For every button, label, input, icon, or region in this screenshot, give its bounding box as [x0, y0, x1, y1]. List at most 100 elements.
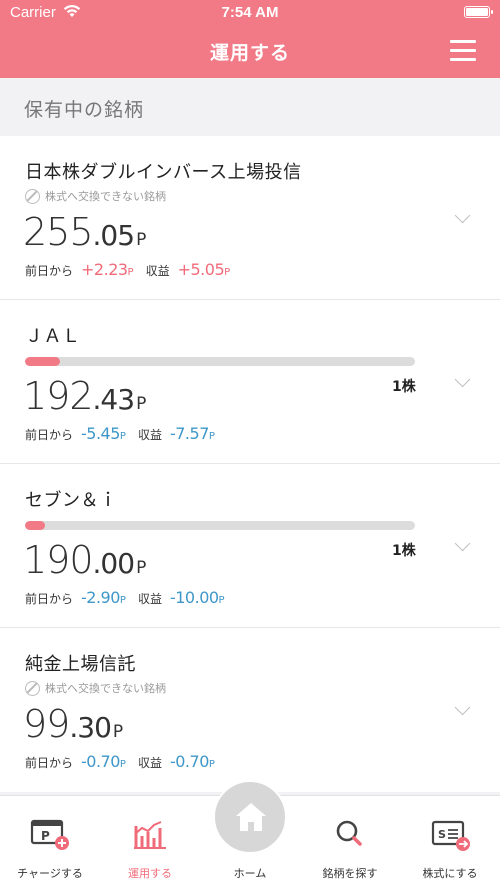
- holding-row[interactable]: セブン＆ｉ 190.00 P 前日から -2.90P 収益 -10.00P 1株: [0, 464, 500, 628]
- holdings-list: 日本株ダブルインバース上場投信 株式へ交換できない銘柄 255.05 P 前日から +2.…: [0, 136, 500, 792]
- holding-stats: 前日から -2.90P 収益 -10.00P: [25, 588, 237, 607]
- holding-price-integer: 255: [23, 210, 94, 254]
- profit-unit: P: [218, 595, 225, 606]
- holding-progress-fill: [25, 357, 61, 366]
- price-unit: P: [136, 230, 147, 250]
- tab-charge[interactable]: P チャージする: [0, 796, 100, 888]
- tab-search[interactable]: 銘柄を探す: [300, 796, 400, 888]
- chevron-down-icon[interactable]: [454, 207, 471, 224]
- holding-price-integer: 192: [23, 374, 94, 418]
- holding-name: 純金上場信託: [25, 654, 136, 675]
- profit-value: -0.70P: [170, 752, 215, 771]
- holding-note-text: 株式へ交換できない銘柄: [45, 190, 166, 203]
- day-change-value: -5.45P: [81, 424, 126, 443]
- profit-label: 収益: [145, 264, 170, 278]
- profit-unit: P: [224, 267, 231, 278]
- holding-stats: 前日から -0.70P 収益 -0.70P: [25, 752, 227, 771]
- profit-label: 収益: [137, 592, 162, 606]
- holding-stats: 前日から +2.23P 収益 +5.05P: [25, 260, 242, 279]
- tab-stock-exchange[interactable]: S 株式にする: [400, 796, 500, 888]
- profit-label: 収益: [137, 428, 162, 442]
- search-icon: [330, 818, 370, 852]
- section-title: 保有中の銘柄: [24, 99, 145, 121]
- chart-icon: [130, 818, 170, 852]
- not-exchangeable-icon: [25, 189, 40, 204]
- holding-price: 192.43 P: [23, 374, 146, 418]
- home-icon: [236, 803, 266, 831]
- profit-value: +5.05P: [178, 260, 231, 279]
- holding-progress-bar: [25, 521, 415, 530]
- tab-label: 運用する: [128, 867, 172, 880]
- profit-number: +5.05: [177, 260, 225, 279]
- profit-unit: P: [208, 759, 215, 770]
- holding-name: 日本株ダブルインバース上場投信: [25, 162, 302, 183]
- holding-price-decimal: .05: [92, 219, 136, 252]
- chevron-down-icon[interactable]: [454, 371, 471, 388]
- chevron-down-icon[interactable]: [454, 535, 471, 552]
- holding-price-decimal: .00: [92, 547, 136, 580]
- day-change-value: +2.23P: [81, 260, 134, 279]
- holding-shares: 1株: [392, 379, 416, 395]
- change-unit: P: [119, 759, 126, 770]
- section-header: 保有中の銘柄: [0, 78, 500, 136]
- page-title: 運用する: [209, 42, 290, 64]
- charge-icon: P: [30, 818, 70, 852]
- change-unit: P: [119, 595, 126, 606]
- change-unit: P: [127, 267, 134, 278]
- prev-day-label: 前日から: [25, 264, 74, 278]
- day-change-number: -5.45: [81, 424, 120, 443]
- day-change-value: -2.90P: [81, 588, 126, 607]
- change-unit: P: [119, 431, 126, 442]
- tab-label: ホーム: [233, 867, 267, 880]
- profit-number: -0.70: [169, 752, 209, 771]
- status-bar: Carrier 7:54 AM: [0, 0, 500, 26]
- profit-label: 収益: [137, 756, 162, 770]
- prev-day-label: 前日から: [25, 592, 74, 606]
- holding-note: 株式へ交換できない銘柄: [25, 188, 166, 204]
- price-unit: P: [136, 558, 147, 578]
- holding-row[interactable]: 日本株ダブルインバース上場投信 株式へ交換できない銘柄 255.05 P 前日から +2.…: [0, 136, 500, 300]
- holding-price-integer: 99: [23, 702, 70, 746]
- holding-note: 株式へ交換できない銘柄: [25, 680, 166, 696]
- battery-icon: [464, 6, 493, 18]
- holding-price-decimal: .43: [92, 383, 136, 416]
- profit-value: -7.57P: [170, 424, 215, 443]
- chevron-down-icon[interactable]: [454, 699, 471, 716]
- svg-text:P: P: [41, 829, 50, 843]
- profit-number: -10.00: [169, 588, 219, 607]
- not-exchangeable-icon: [25, 681, 40, 696]
- holding-progress-bar: [25, 357, 415, 366]
- price-unit: P: [136, 394, 147, 414]
- holding-price: 99.30 P: [23, 702, 123, 746]
- status-time: 7:54 AM: [221, 4, 279, 21]
- profit-unit: P: [208, 431, 215, 442]
- app-header: Carrier 7:54 AM 運用する: [0, 0, 500, 78]
- prev-day-label: 前日から: [25, 428, 74, 442]
- tab-label: 株式にする: [422, 867, 478, 880]
- prev-day-label: 前日から: [25, 756, 74, 770]
- tab-label: チャージする: [17, 867, 83, 880]
- day-change-number: -2.90: [81, 588, 120, 607]
- stock-exchange-icon: S: [430, 818, 470, 852]
- holding-price-integer: 190: [23, 538, 94, 582]
- holding-row[interactable]: ＪＡＬ 192.43 P 前日から -5.45P 収益 -7.57P 1株: [0, 300, 500, 464]
- holding-note-text: 株式へ交換できない銘柄: [45, 682, 166, 695]
- tab-chart[interactable]: 運用する: [100, 796, 200, 888]
- holding-price: 255.05 P: [23, 210, 146, 254]
- holding-price: 190.00 P: [23, 538, 146, 582]
- holding-stats: 前日から -5.45P 収益 -7.57P: [25, 424, 227, 443]
- day-change-number: +2.23: [81, 260, 128, 279]
- holding-row[interactable]: 純金上場信託 株式へ交換できない銘柄 99.30 P 前日から -0.70P 収益 -0.70…: [0, 628, 500, 792]
- day-change-value: -0.70P: [81, 752, 126, 771]
- holding-name: セブン＆ｉ: [25, 490, 118, 511]
- home-button-circle[interactable]: [213, 780, 287, 854]
- hamburger-menu-icon[interactable]: [450, 40, 476, 62]
- profit-value: -10.00P: [170, 588, 225, 607]
- price-unit: P: [112, 722, 124, 742]
- profit-number: -7.57: [169, 424, 209, 443]
- holding-price-decimal: .30: [69, 711, 112, 744]
- holding-name: ＪＡＬ: [25, 326, 81, 347]
- tab-label: 銘柄を探す: [322, 867, 378, 880]
- svg-text:S: S: [438, 828, 446, 841]
- day-change-number: -0.70: [81, 752, 120, 771]
